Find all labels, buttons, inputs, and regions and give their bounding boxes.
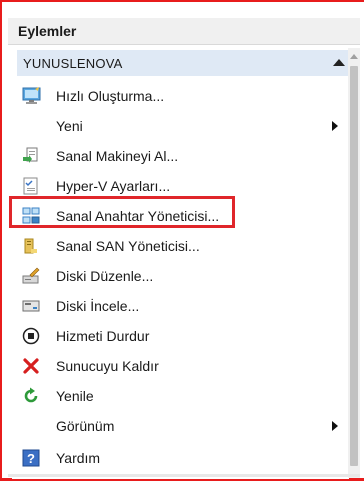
svg-text:?: ? xyxy=(27,451,35,466)
virtual-san-manager-icon xyxy=(22,237,40,255)
submenu-arrow-icon xyxy=(332,121,338,131)
action-label: Diski İncele... xyxy=(56,298,140,314)
pane-bottom-edge xyxy=(8,474,360,477)
action-label: Sanal SAN Yöneticisi... xyxy=(56,238,200,254)
action-new[interactable]: Yeni xyxy=(20,110,342,140)
action-label: Görünüm xyxy=(56,418,115,434)
action-remove-server[interactable]: Sunucuyu Kaldır xyxy=(20,350,342,380)
action-label: Sunucuyu Kaldır xyxy=(56,358,159,374)
action-help[interactable]: ? Yardım xyxy=(20,442,342,472)
actions-list: YUNUSLENOVA Hızlı Oluşturma... Yeni Sana… xyxy=(12,46,351,479)
stop-service-icon xyxy=(22,327,40,345)
action-label: Hizmeti Durdur xyxy=(56,328,150,344)
submenu-arrow-icon xyxy=(332,421,338,431)
action-label: Yardım xyxy=(56,450,101,466)
actions-pane-title: Eylemler xyxy=(18,23,77,39)
vertical-scrollbar[interactable] xyxy=(348,48,360,478)
action-label: Hyper-V Ayarları... xyxy=(56,178,171,194)
action-virtual-san-manager[interactable]: Sanal SAN Yöneticisi... xyxy=(20,230,342,260)
action-refresh[interactable]: Yenile xyxy=(20,380,342,410)
highlight-annotation xyxy=(9,196,235,228)
action-stop-service[interactable]: Hizmeti Durdur xyxy=(20,320,342,350)
collapse-caret-icon[interactable] xyxy=(333,59,345,66)
hyperv-settings-icon xyxy=(22,177,40,195)
section-header-server[interactable]: YUNUSLENOVA xyxy=(17,50,351,76)
remove-server-icon xyxy=(22,357,40,375)
action-label: Diski Düzenle... xyxy=(56,268,154,284)
section-title: YUNUSLENOVA xyxy=(23,56,123,71)
action-inspect-disk[interactable]: Diski İncele... xyxy=(20,290,342,320)
inspect-disk-icon xyxy=(22,297,40,315)
edit-disk-icon xyxy=(22,267,40,285)
refresh-icon xyxy=(22,387,40,405)
actions-window: Eylemler YUNUSLENOVA Hızlı Oluşturma... … xyxy=(0,0,364,481)
help-icon: ? xyxy=(22,449,40,467)
quick-create-icon xyxy=(22,87,41,105)
action-edit-disk[interactable]: Diski Düzenle... xyxy=(20,260,342,290)
actions-pane-header: Eylemler xyxy=(8,18,360,45)
import-vm-icon xyxy=(22,147,40,165)
scroll-up-arrow-icon[interactable] xyxy=(350,54,358,59)
action-label: Yeni xyxy=(56,118,83,134)
action-label: Yenile xyxy=(56,388,94,404)
action-label: Sanal Makineyi Al... xyxy=(56,148,179,164)
scroll-thumb[interactable] xyxy=(350,66,358,466)
action-quick-create[interactable]: Hızlı Oluşturma... xyxy=(20,80,342,110)
action-import-vm[interactable]: Sanal Makineyi Al... xyxy=(20,140,342,170)
action-label: Hızlı Oluşturma... xyxy=(56,88,165,104)
action-view[interactable]: Görünüm xyxy=(20,410,342,440)
